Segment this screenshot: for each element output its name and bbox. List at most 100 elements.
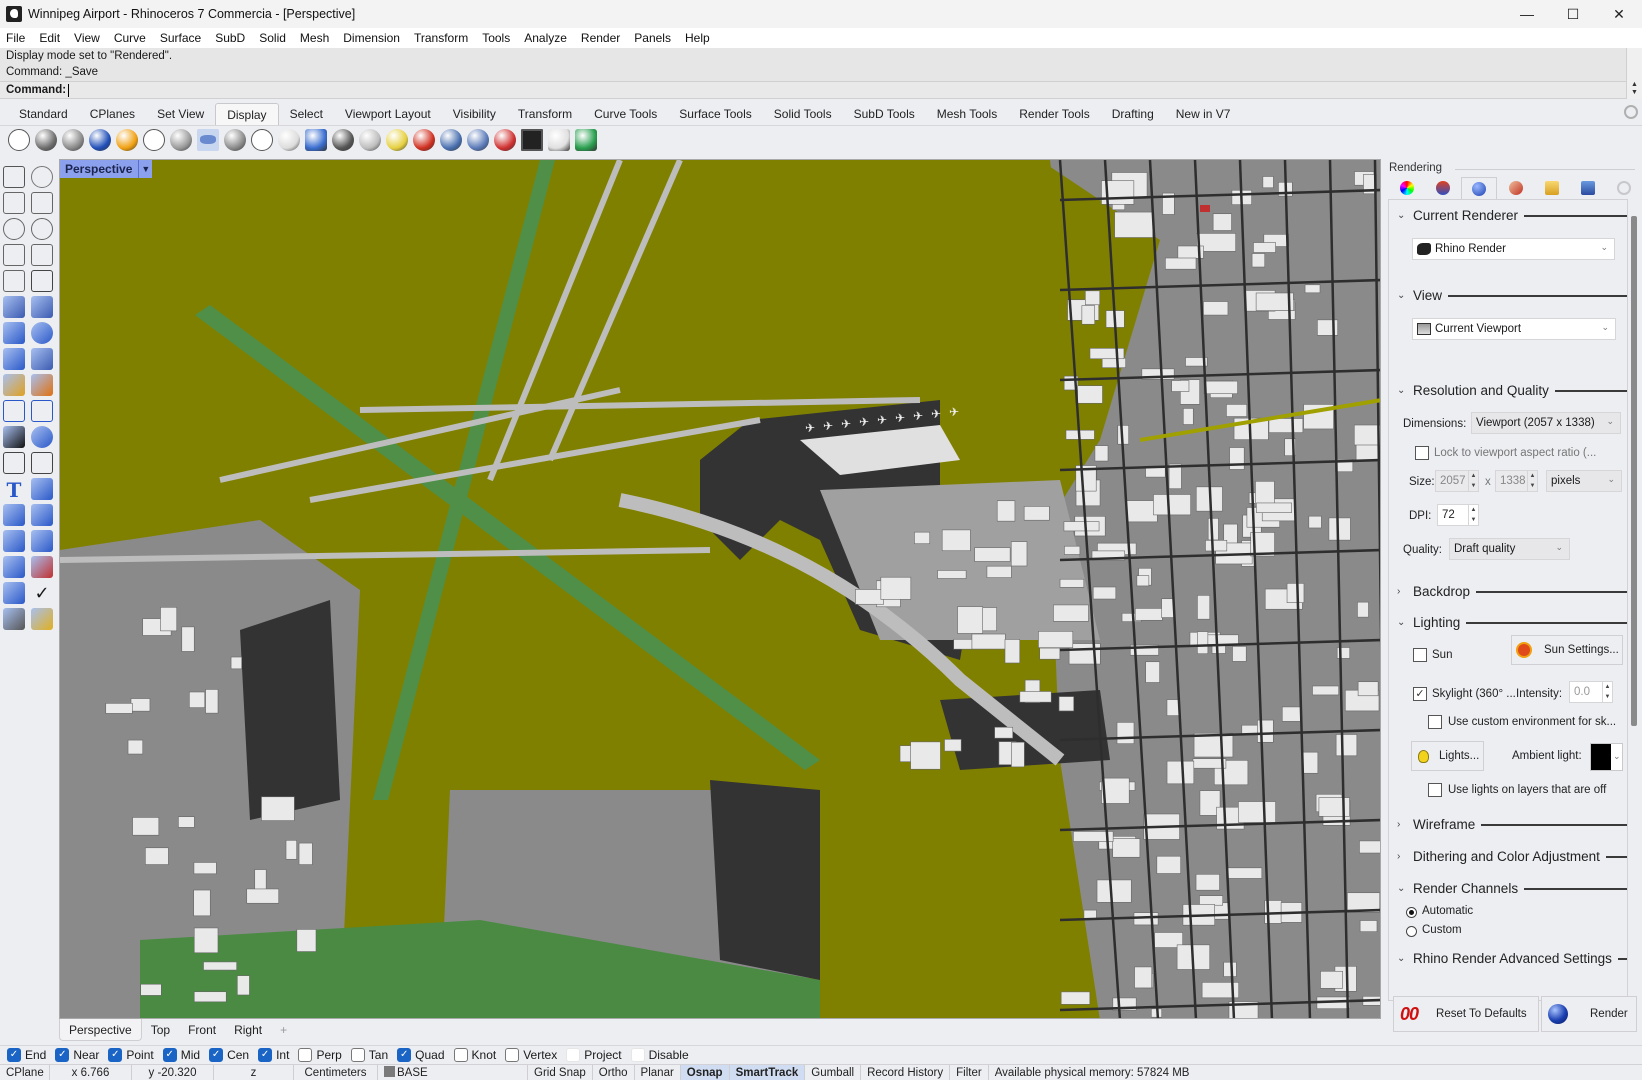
osnap-cen-checkbox[interactable]: ✓ xyxy=(209,1048,224,1062)
section-render-channels[interactable]: ⌄ Render Channels xyxy=(1397,881,1627,896)
menu-dimension[interactable]: Dimension xyxy=(343,31,400,45)
section-lighting[interactable]: ⌄ Lighting xyxy=(1397,615,1627,630)
osnap-tan-checkbox[interactable] xyxy=(350,1048,365,1062)
dpi-input[interactable]: 72 ▲ ▼ xyxy=(1437,504,1479,526)
menu-edit[interactable]: Edit xyxy=(39,31,60,45)
text-icon[interactable]: T xyxy=(3,478,25,502)
osnap-end-checkbox[interactable]: ✓ xyxy=(7,1048,21,1062)
tab-cplanes[interactable]: CPlanes xyxy=(79,103,146,125)
render-icon[interactable] xyxy=(3,608,25,630)
curve-from-object-icon[interactable] xyxy=(3,452,25,474)
tab-set-view[interactable]: Set View xyxy=(146,103,215,125)
maximize-button[interactable]: ☐ xyxy=(1550,0,1596,28)
osnap-int[interactable]: ✓ Int xyxy=(258,1048,289,1062)
solid-tools-icon[interactable] xyxy=(3,530,25,552)
tab-display[interactable]: Display xyxy=(215,103,279,125)
tab-render-tools[interactable]: Render Tools xyxy=(1008,103,1101,125)
channels-automatic-radio[interactable] xyxy=(1406,907,1417,918)
osnap-quad-checkbox[interactable]: ✓ xyxy=(397,1048,412,1062)
menu-solid[interactable]: Solid xyxy=(259,31,286,45)
split-icon[interactable] xyxy=(31,400,53,422)
surface-icon[interactable] xyxy=(3,296,25,318)
section-wireframe[interactable]: › Wireframe xyxy=(1397,817,1627,832)
move-icon[interactable] xyxy=(31,504,53,526)
panel-tab-material[interactable] xyxy=(1425,177,1461,199)
panel-tab-folder[interactable] xyxy=(1534,177,1570,199)
units-select[interactable]: pixels ⌄ xyxy=(1546,470,1622,492)
osnap-tan[interactable]: Tan xyxy=(350,1048,388,1062)
osnap-point-checkbox[interactable]: ✓ xyxy=(108,1048,123,1062)
intensity-spinner-icon[interactable]: ▲ ▼ xyxy=(1602,682,1612,702)
tab-surface-tools[interactable]: Surface Tools xyxy=(668,103,763,125)
point-icon[interactable] xyxy=(31,166,53,188)
wireframe-icon[interactable] xyxy=(8,128,30,151)
viewport-tab-front[interactable]: Front xyxy=(179,1019,225,1041)
section-resolution-quality[interactable]: ⌄ Resolution and Quality xyxy=(1397,383,1627,398)
lightbulb-sphere-icon[interactable] xyxy=(386,128,408,151)
box-icon[interactable] xyxy=(3,322,25,344)
fillet-icon[interactable] xyxy=(31,270,53,292)
lights-button[interactable]: Lights... xyxy=(1411,741,1484,771)
points-icon[interactable] xyxy=(31,426,53,448)
material-icon[interactable] xyxy=(31,608,53,630)
menu-tools[interactable]: Tools xyxy=(482,31,510,45)
width-spinner-icon[interactable]: ▲ ▼ xyxy=(1468,471,1478,491)
status-toggle-grid-snap[interactable]: Grid Snap xyxy=(528,1064,593,1080)
section-backdrop[interactable]: › Backdrop xyxy=(1397,584,1627,599)
viewport-title[interactable]: Perspective ▼ xyxy=(60,160,153,178)
menu-analyze[interactable]: Analyze xyxy=(524,31,567,45)
extrude-surface-icon[interactable] xyxy=(31,296,53,318)
panel-tab-environment[interactable] xyxy=(1461,177,1498,199)
osnap-int-checkbox[interactable]: ✓ xyxy=(258,1048,273,1062)
osnap-project-checkbox[interactable] xyxy=(566,1048,581,1062)
menu-subd[interactable]: SubD xyxy=(215,31,245,45)
osnap-perp-checkbox[interactable] xyxy=(298,1048,313,1062)
osnap-project[interactable]: Project xyxy=(566,1048,622,1062)
scale-icon[interactable] xyxy=(31,478,53,500)
tab-visibility[interactable]: Visibility xyxy=(442,103,507,125)
section-dithering[interactable]: › Dithering and Color Adjustment xyxy=(1397,849,1627,864)
sun-settings-button[interactable]: Sun Settings... xyxy=(1511,635,1623,665)
capture-icon[interactable] xyxy=(467,128,489,151)
curve-icon[interactable] xyxy=(31,192,53,214)
hide-icon[interactable] xyxy=(494,128,516,151)
tab-mesh-tools[interactable]: Mesh Tools xyxy=(926,103,1008,125)
viewport-tab-perspective[interactable]: Perspective xyxy=(59,1019,142,1041)
menu-panels[interactable]: Panels xyxy=(634,31,671,45)
osnap-point[interactable]: ✓ Point xyxy=(108,1048,154,1062)
menu-render[interactable]: Render xyxy=(581,31,620,45)
dimensions-select[interactable]: Viewport (2057 x 1338) ⌄ xyxy=(1471,412,1621,434)
osnap-disable[interactable]: Disable xyxy=(630,1048,689,1062)
mesh-sphere-icon[interactable] xyxy=(332,128,354,151)
tab-viewport-layout[interactable]: Viewport Layout xyxy=(334,103,442,125)
ambient-color-picker[interactable]: ⌄ xyxy=(1590,743,1623,771)
osnap-quad[interactable]: ✓ Quad xyxy=(397,1048,445,1062)
osnap-near-checkbox[interactable]: ✓ xyxy=(55,1048,70,1062)
polyline-icon[interactable] xyxy=(3,192,25,214)
status-toggle-gumball[interactable]: Gumball xyxy=(805,1064,862,1080)
monochrome-icon[interactable] xyxy=(278,128,300,151)
circle-icon[interactable] xyxy=(3,218,25,240)
osnap-vertex-checkbox[interactable] xyxy=(505,1048,520,1062)
command-scrollbar[interactable]: ▲ ▼ xyxy=(1626,48,1642,99)
render-button[interactable]: Render xyxy=(1541,996,1637,1032)
status-toggle-osnap[interactable]: Osnap xyxy=(680,1064,730,1080)
tab-standard[interactable]: Standard xyxy=(8,103,79,125)
display-options-icon[interactable] xyxy=(305,128,327,151)
panel-tab-texture[interactable] xyxy=(1497,177,1533,199)
osnap-perp[interactable]: Perp xyxy=(298,1048,342,1062)
dpi-spinner-icon[interactable]: ▲ ▼ xyxy=(1468,505,1478,525)
viewport-tab-right[interactable]: Right xyxy=(225,1019,271,1041)
rendered-scene[interactable]: ✈ ✈ ✈ ✈ ✈ ✈ ✈ ✈ ✈ xyxy=(60,160,1381,1019)
transform-icon[interactable] xyxy=(3,504,25,526)
section-advanced-settings[interactable]: ⌄ Rhino Render Advanced Settings xyxy=(1397,951,1627,966)
menu-curve[interactable]: Curve xyxy=(114,31,146,45)
osnap-knot-checkbox[interactable] xyxy=(453,1048,468,1062)
tab-drafting[interactable]: Drafting xyxy=(1101,103,1165,125)
artistic-icon[interactable] xyxy=(224,128,246,151)
panel-scrollbar[interactable] xyxy=(1631,216,1637,726)
viewport-menu-dropdown-icon[interactable]: ▼ xyxy=(138,160,152,178)
reset-to-defaults-button[interactable]: 00 Reset To Defaults xyxy=(1393,996,1539,1032)
ellipse-icon[interactable] xyxy=(31,218,53,240)
renderer-select[interactable]: Rhino Render ⌄ xyxy=(1412,238,1615,260)
